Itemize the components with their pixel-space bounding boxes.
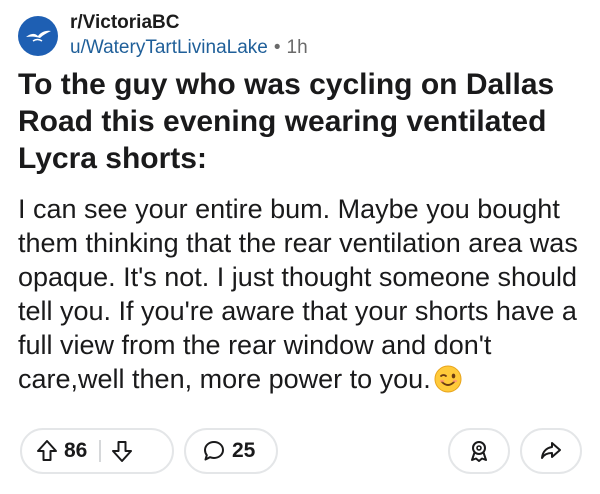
reddit-post-card: r/VictoriaBC u/WateryTartLivinaLake • 1h T… [0,0,600,494]
comment-bubble-icon [202,439,226,463]
seagull-icon [26,30,51,42]
upvote-count: 86 [64,439,88,462]
comments-button[interactable]: 25 [184,428,278,474]
vote-divider [99,440,102,462]
post-action-bar: 86 25 [20,428,582,478]
post-title[interactable]: To the guy who was cycling on Dallas Roa… [18,66,588,177]
post-header: r/VictoriaBC u/WateryTartLivinaLake • 1h [18,12,308,60]
author-link[interactable]: u/WateryTartLivinaLake [70,37,268,58]
upvote-arrow-icon[interactable] [36,439,58,463]
award-button[interactable] [448,428,510,474]
subreddit-avatar[interactable] [18,16,58,56]
meta-separator: • [273,37,281,58]
share-button[interactable] [520,428,582,474]
byline: u/WateryTartLivinaLake • 1h [70,36,308,60]
award-icon [467,439,491,463]
downvote-arrow-icon[interactable] [111,439,133,463]
post-meta: r/VictoriaBC u/WateryTartLivinaLake • 1h [70,12,308,60]
subreddit-name[interactable]: r/VictoriaBC [70,12,308,34]
comment-count: 25 [232,439,256,462]
post-body-text: I can see your entire bum. Maybe you bou… [18,194,578,394]
share-arrow-icon [539,439,563,463]
winking-face-emoji-icon [434,365,462,393]
vote-control: 86 [20,428,174,474]
post-age: 1h [286,37,308,58]
post-body: I can see your entire bum. Maybe you bou… [18,192,588,396]
